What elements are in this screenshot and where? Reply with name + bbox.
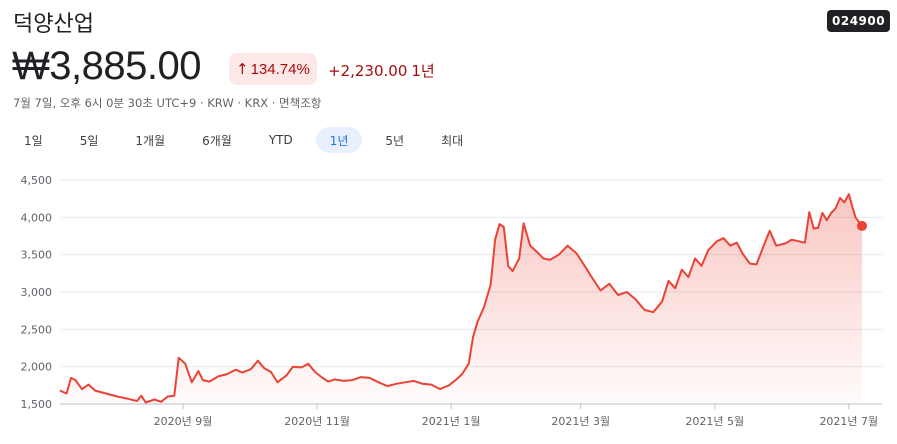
current-price: ₩3,885.00 xyxy=(12,44,201,88)
price-area xyxy=(60,194,862,404)
x-tick-label: 2021년 5월 xyxy=(685,415,744,428)
x-tick-label: 2020년 9월 xyxy=(154,415,213,428)
range-tab-6[interactable]: 5년 xyxy=(371,127,418,153)
y-tick-label: 4,000 xyxy=(21,211,53,224)
y-tick-label: 3,500 xyxy=(21,249,53,262)
x-tick-label: 2021년 1월 xyxy=(422,415,481,428)
change-absolute: +2,230.00 1년 xyxy=(328,60,435,81)
y-tick-label: 2,500 xyxy=(21,323,53,336)
price-chart-svg[interactable]: 1,500 2,000 2,500 3,000 3,500 4,000 4,500 2020년… xyxy=(0,168,897,444)
range-tab-2[interactable]: 1개월 xyxy=(121,127,179,153)
y-tick-label: 2,000 xyxy=(21,361,53,374)
company-name: 덕양산업 xyxy=(13,12,94,37)
x-tick-label: 2021년 7월 xyxy=(819,415,878,428)
change-period: 1년 xyxy=(411,62,435,80)
last-price-marker xyxy=(857,220,867,231)
change-percent: 134.74% xyxy=(250,60,310,78)
change-percent-pill: ↑ 134.74% xyxy=(229,53,317,85)
range-tab-1[interactable]: 5일 xyxy=(66,127,113,153)
arrow-up-icon: ↑ xyxy=(236,60,249,78)
y-tick-label: 1,500 xyxy=(21,398,53,411)
ticker-badge[interactable]: 024900 xyxy=(827,10,891,32)
quote-meta: 7월 7일, 오후 6시 0분 30초 UTC+9 · KRW · KRX · … xyxy=(13,96,322,110)
range-tab-0[interactable]: 1일 xyxy=(10,127,57,153)
range-tab-3[interactable]: 6개월 xyxy=(188,127,246,153)
range-tab-7[interactable]: 최대 xyxy=(427,127,477,153)
y-tick-label: 4,500 xyxy=(21,174,53,187)
y-tick-label: 3,000 xyxy=(21,286,53,299)
change-absolute-value: +2,230.00 xyxy=(328,62,408,80)
price-chart[interactable]: 1,500 2,000 2,500 3,000 3,500 4,000 4,500 2020년… xyxy=(0,168,897,444)
x-tick-label: 2021년 3월 xyxy=(551,415,610,428)
range-tab-4[interactable]: YTD xyxy=(255,127,307,153)
x-tick-label: 2020년 11월 xyxy=(284,415,350,428)
range-tabs: 1일 5일 1개월 6개월 YTD 1년 5년 최대 xyxy=(10,127,486,153)
range-tab-5[interactable]: 1년 xyxy=(315,127,363,153)
